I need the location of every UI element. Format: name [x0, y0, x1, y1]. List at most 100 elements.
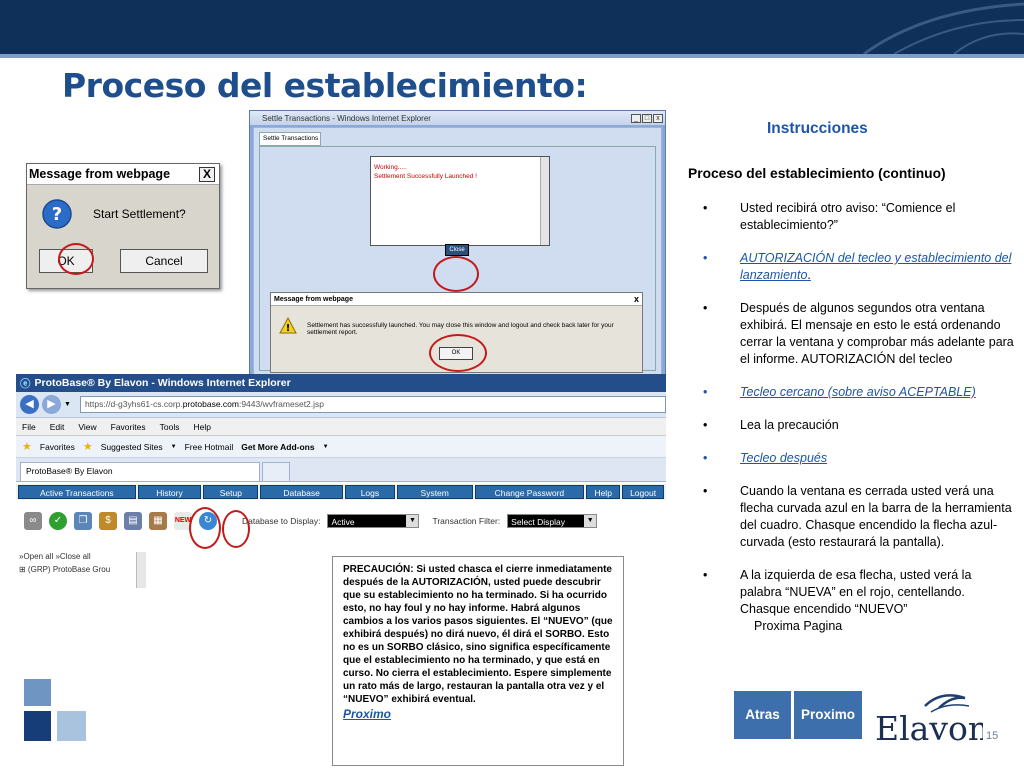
cancel-button[interactable]: Cancel [120, 249, 208, 273]
nav-database[interactable]: Database [260, 485, 343, 499]
caution-box: PRECAUCIÓN: Si usted chasca el cierre in… [332, 556, 624, 766]
money-bag-icon[interactable]: $ [99, 512, 117, 530]
window-titlebar: Settle Transactions - Windows Internet E… [250, 111, 665, 125]
nav-setup[interactable]: Setup [203, 485, 259, 499]
chevron-down-icon[interactable]: ▼ [323, 444, 329, 450]
favorites-button[interactable]: Favorites [40, 442, 75, 452]
banner-swoosh [863, 2, 1024, 54]
protobase-nav: Active Transactions History Setup Databa… [16, 484, 666, 500]
process-subheading: Proceso del establecimiento (continuo) [688, 166, 946, 181]
nav-logs[interactable]: Logs [344, 485, 395, 499]
database-select-value: Active [331, 517, 355, 527]
nav-logout[interactable]: Logout [622, 485, 664, 499]
batch-icon[interactable]: ▦ [149, 512, 167, 530]
menu-view[interactable]: View [78, 422, 96, 432]
close-window-button[interactable]: x [653, 113, 663, 123]
back-arrow-icon[interactable]: ◀ [20, 395, 39, 414]
banner-stripe [0, 54, 1024, 58]
chevron-down-icon: ▼ [584, 515, 597, 527]
svg-text:!: ! [286, 323, 291, 334]
suggested-sites-link[interactable]: Suggested Sites [101, 442, 163, 452]
nav-change-password[interactable]: Change Password [474, 485, 585, 499]
database-label: Database to Display: [242, 516, 321, 526]
start-settlement-dialog: Message from webpage X ? Start Settlemen… [26, 163, 220, 289]
new-tab-button[interactable] [262, 462, 290, 481]
instruction-link[interactable]: Tecleo cercano (sobre aviso ACEPTABLE) [740, 385, 976, 399]
tab-settle-transactions[interactable]: Settle Transactions [259, 132, 321, 146]
list-item: • Cuando la ventana es cerrada usted ver… [696, 483, 1016, 551]
forward-arrow-icon[interactable]: ▶ [42, 395, 61, 414]
transaction-filter-select[interactable]: Select Display ▼ [507, 514, 598, 528]
highlight-circle-close [433, 256, 479, 292]
instruction-text: . [807, 268, 811, 282]
decor-square [57, 711, 86, 741]
tab-protobase[interactable]: ProtoBase® By Elavon [20, 462, 260, 481]
minimize-button[interactable]: _ [631, 113, 641, 123]
nav-active-transactions[interactable]: Active Transactions [18, 485, 136, 499]
window-title: Settle Transactions - Windows Internet E… [262, 113, 431, 123]
proximo-link[interactable]: Proximo [343, 708, 615, 721]
dialog-titlebar: Message from webpage x [271, 293, 642, 306]
highlight-circle-ok2 [429, 334, 487, 372]
tree-open-close[interactable]: »Open all »Close all [19, 552, 146, 561]
database-select[interactable]: Active ▼ [327, 514, 420, 528]
history-dropdown-icon[interactable]: ▼ [64, 401, 71, 408]
top-banner [0, 0, 1024, 54]
protobase-toolbar: ∞ ✓ ❐ $ ▤ ▦ NEW ↻ Database to Display: A… [16, 500, 666, 542]
tree-item[interactable]: ⊞ (GRP) ProtoBase Grou [19, 565, 146, 574]
instruction-link[interactable]: AUTORIZACIÓN del tecleo y establecimient… [740, 251, 1011, 282]
url-input[interactable]: https://d-g3yhs61-cs.corp.protobase.com:… [79, 396, 666, 413]
filter-label: Transaction Filter: [432, 516, 501, 526]
close-button[interactable]: Close [445, 244, 469, 256]
highlight-circle-new [189, 507, 221, 549]
list-item: • AUTORIZACIÓN del tecleo y establecimie… [696, 250, 1016, 284]
instruction-text: Lea la precaución [740, 418, 839, 432]
dialog-close-button[interactable]: x [634, 294, 639, 304]
menu-tools[interactable]: Tools [160, 422, 180, 432]
get-more-addons-link[interactable]: Get More Add-ons [241, 442, 314, 452]
list-item: • A la izquierda de esa flecha, usted ve… [696, 567, 1016, 635]
dialog-message: Start Settlement? [93, 207, 186, 221]
instruction-link[interactable]: Tecleo después [740, 451, 827, 465]
menu-edit[interactable]: Edit [50, 422, 65, 432]
link-icon[interactable]: ∞ [24, 512, 42, 530]
proximo-button[interactable]: Proximo [794, 691, 862, 739]
bullet-icon: • [703, 568, 708, 582]
decor-square [24, 679, 51, 706]
list-item: • Después de algunos segundos otra venta… [696, 300, 1016, 368]
tree-scrollbar[interactable] [136, 552, 146, 588]
checkmark-icon[interactable]: ✓ [49, 512, 67, 530]
next-page-text: Proxima Pagina [754, 619, 843, 633]
chevron-down-icon: ▼ [406, 515, 419, 527]
copy-icon[interactable]: ❐ [74, 512, 92, 530]
atras-button[interactable]: Atras [734, 691, 791, 739]
favorites-bar: ★ Favorites ★ Suggested Sites ▼ Free Hot… [16, 436, 666, 458]
log-scrollbar[interactable] [540, 157, 549, 245]
favorites-star-icon[interactable]: ★ [22, 440, 32, 453]
filter-select-value: Select Display [511, 517, 566, 527]
add-favorite-icon[interactable]: ★ [83, 440, 93, 453]
nav-history[interactable]: History [137, 485, 202, 499]
warning-icon: ! [279, 317, 297, 334]
bullet-icon: • [703, 418, 708, 432]
caution-text: PRECAUCIÓN: Si usted chasca el cierre in… [343, 564, 613, 705]
url-suffix: :9443/wvframeset2.jsp [238, 399, 325, 409]
menu-file[interactable]: File [22, 422, 36, 432]
chevron-down-icon[interactable]: ▼ [171, 444, 177, 450]
maximize-button[interactable]: □ [642, 113, 652, 123]
svg-text:?: ? [52, 204, 62, 225]
dialog-close-button[interactable]: X [199, 166, 215, 182]
dialog-title: Message from webpage [29, 167, 171, 181]
nav-system[interactable]: System [396, 485, 473, 499]
instructions-heading: Instrucciones [767, 120, 868, 137]
free-hotmail-link[interactable]: Free Hotmail [185, 442, 234, 452]
bullet-icon: • [703, 301, 708, 315]
nav-help[interactable]: Help [586, 485, 621, 499]
bullet-icon: • [703, 484, 708, 498]
menu-help[interactable]: Help [193, 422, 210, 432]
dialog-titlebar: Message from webpage X [27, 164, 219, 185]
report-icon[interactable]: ▤ [124, 512, 142, 530]
menu-favorites[interactable]: Favorites [111, 422, 146, 432]
address-bar: ◀ ▶ ▼ https://d-g3yhs61-cs.corp.protobas… [16, 392, 666, 418]
url-domain: protobase.com [182, 399, 239, 409]
